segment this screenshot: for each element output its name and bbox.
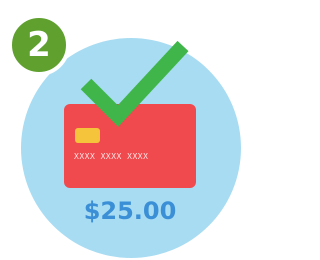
payment-step-illustration: 2 XXXX XXXX XXXX $25.00 <box>0 0 257 260</box>
card-number-mask: XXXX XXXX XXXX <box>74 152 149 161</box>
step-number: 2 <box>27 25 51 65</box>
step-number-badge: 2 <box>8 14 70 76</box>
credit-card-icon <box>64 104 196 188</box>
payment-amount: $25.00 <box>83 197 177 225</box>
card-chip-icon <box>75 128 100 143</box>
